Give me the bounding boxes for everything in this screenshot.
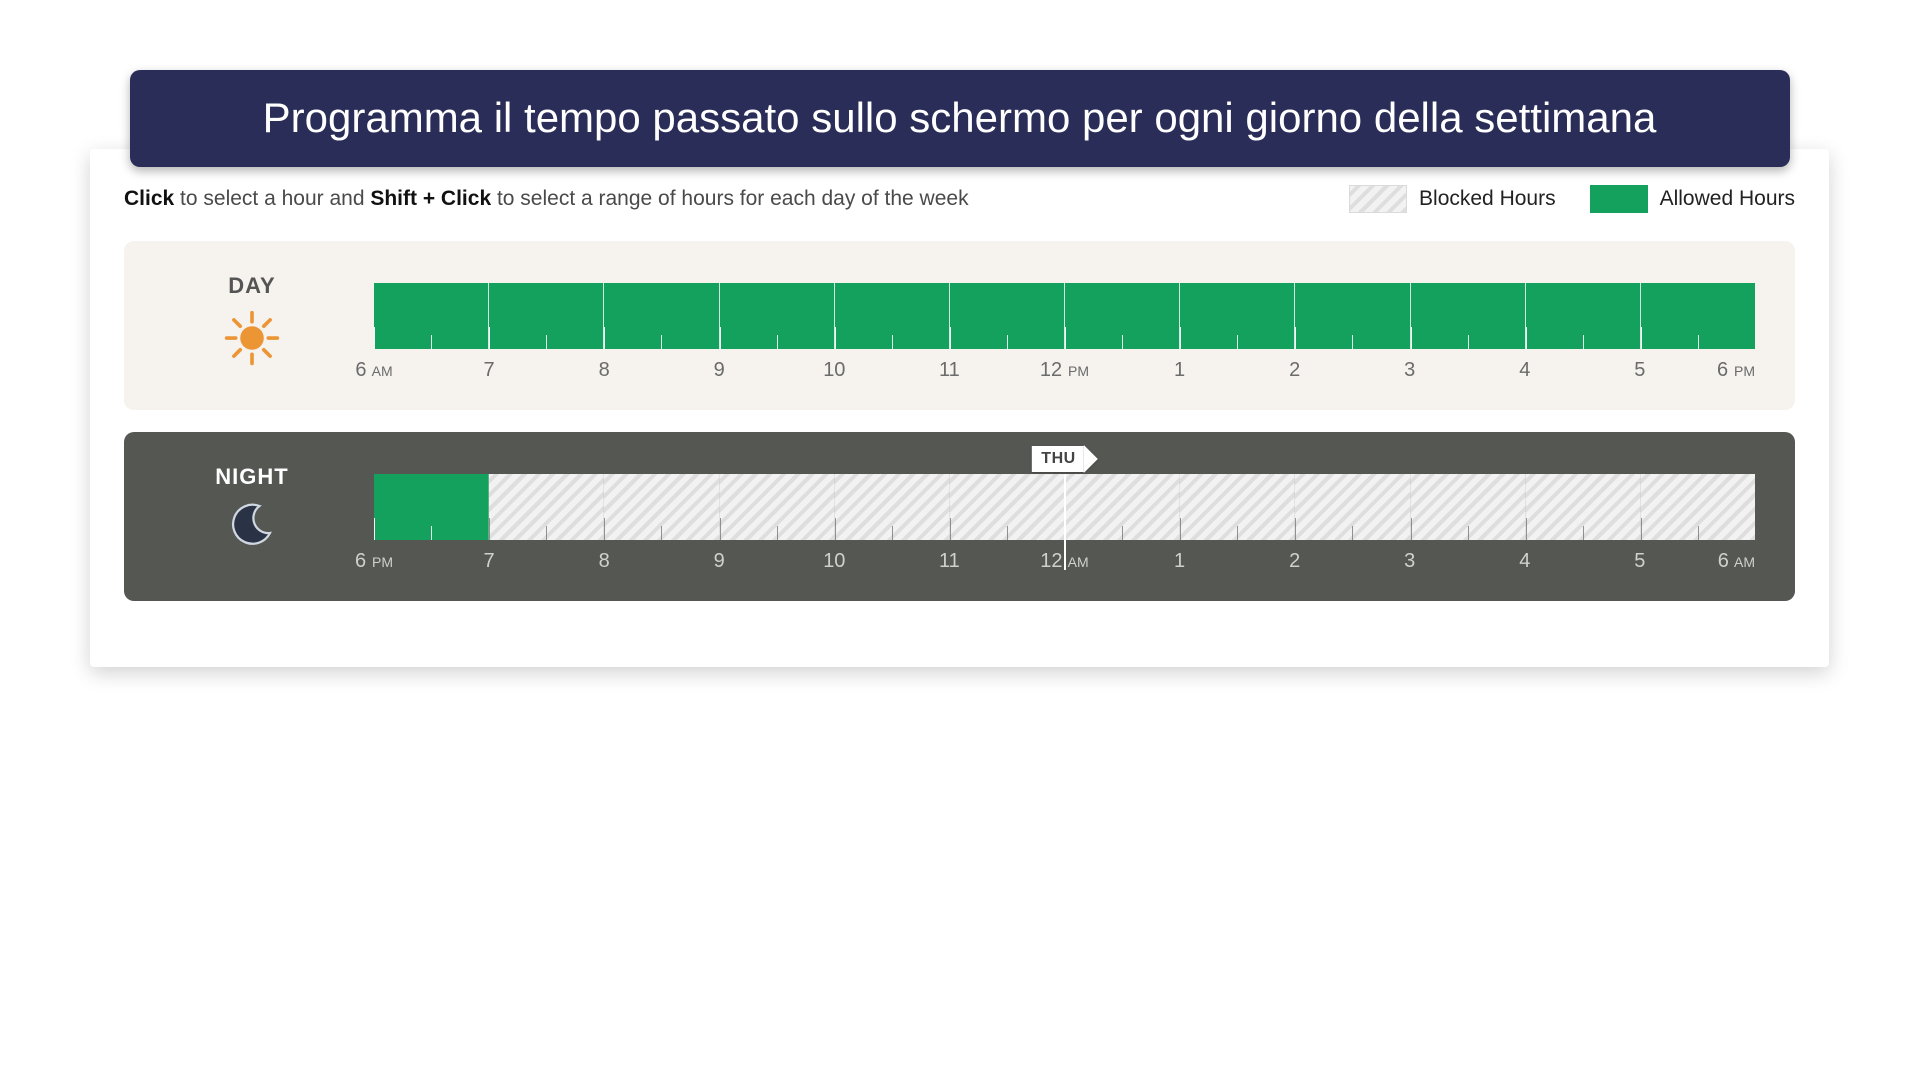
hour-cell[interactable] [1295, 283, 1410, 349]
hour-cell[interactable] [1526, 474, 1641, 540]
axis-label: 3 [1410, 550, 1525, 573]
hour-cell[interactable] [720, 474, 835, 540]
hour-cell[interactable] [604, 283, 719, 349]
instructions-shift-tail: to select a range of hours for each day … [491, 187, 968, 210]
hour-cell[interactable] [835, 283, 950, 349]
schedule-panel: Click to select a hour and Shift + Click… [90, 149, 1829, 667]
hour-cell[interactable] [950, 283, 1065, 349]
sun-icon [223, 309, 281, 367]
axis-label: 1 [1180, 359, 1295, 382]
axis-label: 8 [604, 359, 719, 382]
legend-allowed-label: Allowed Hours [1660, 187, 1795, 211]
hour-cell[interactable] [1065, 474, 1180, 540]
hour-cell[interactable] [374, 283, 489, 349]
axis-label: 4 [1525, 359, 1640, 382]
axis-label: 1 [1180, 550, 1295, 573]
day-period-label: DAY [152, 273, 352, 367]
hour-cell[interactable] [489, 474, 604, 540]
hour-cell[interactable] [835, 474, 950, 540]
legend: Blocked Hours Allowed Hours [1349, 185, 1795, 213]
instructions-click-tail: to select a hour and [174, 187, 370, 210]
axis-label: 9 [719, 550, 834, 573]
legend-blocked: Blocked Hours [1349, 185, 1556, 213]
hour-cell[interactable] [1641, 283, 1755, 349]
hour-cell[interactable] [374, 474, 489, 540]
axis-label: 7 [489, 550, 604, 573]
hour-cell[interactable] [1065, 283, 1180, 349]
day-axis: 6 AM789101112 PM123456 PM [374, 359, 1755, 382]
axis-label: 12 AM [1064, 550, 1179, 573]
day-label-text: DAY [228, 273, 275, 299]
axis-label: 8 [604, 550, 719, 573]
axis-label: 2 [1295, 550, 1410, 573]
axis-label: 9 [719, 359, 834, 382]
hour-cell[interactable] [1641, 474, 1755, 540]
axis-label: 3 [1410, 359, 1525, 382]
axis-label: 4 [1525, 550, 1640, 573]
night-timeline-wrap: THU 6 PM789101112 AM123456 AM [374, 460, 1755, 573]
night-label-text: NIGHT [215, 464, 288, 490]
axis-label: 6 PM [374, 550, 489, 573]
hour-cell[interactable] [1411, 474, 1526, 540]
hour-cell[interactable] [1180, 474, 1295, 540]
hour-cell[interactable] [489, 283, 604, 349]
hour-cell[interactable] [604, 474, 719, 540]
axis-label: 2 [1295, 359, 1410, 382]
axis-end-label: 6 AM [1718, 550, 1755, 573]
hour-cell[interactable] [1526, 283, 1641, 349]
axis-label: 12 PM [1064, 359, 1179, 382]
day-boundary-line [1064, 474, 1066, 570]
moon-icon [228, 500, 276, 548]
instructions-shift-strong: Shift + Click [370, 187, 491, 210]
hour-cell[interactable] [720, 283, 835, 349]
legend-allowed: Allowed Hours [1590, 185, 1795, 213]
day-boundary-marker: THU [1031, 445, 1097, 473]
hour-cell[interactable] [1411, 283, 1526, 349]
night-schedule-block: NIGHT THU 6 PM789101112 AM123456 AM [124, 432, 1795, 601]
instructions-text: Click to select a hour and Shift + Click… [124, 187, 969, 211]
day-schedule-block: DAY 6 AM78910 1 [124, 241, 1795, 410]
day-boundary-label: THU [1031, 446, 1083, 472]
day-timeline[interactable] [374, 283, 1755, 349]
axis-end-label: 6 PM [1717, 359, 1755, 382]
axis-label: 6 AM [374, 359, 489, 382]
axis-label: 10 [834, 550, 949, 573]
legend-blocked-label: Blocked Hours [1419, 187, 1556, 211]
blocked-swatch-icon [1349, 185, 1407, 213]
instructions-click-strong: Click [124, 187, 174, 210]
instructions-row: Click to select a hour and Shift + Click… [124, 185, 1795, 213]
axis-label: 7 [489, 359, 604, 382]
night-period-label: NIGHT [152, 464, 352, 548]
page-title: Programma il tempo passato sullo schermo… [130, 70, 1790, 167]
allowed-swatch-icon [1590, 185, 1648, 213]
axis-label: 10 [834, 359, 949, 382]
day-timeline-wrap: 6 AM789101112 PM123456 PM [374, 269, 1755, 382]
hour-cell[interactable] [1180, 283, 1295, 349]
chevron-right-icon [1084, 445, 1098, 473]
schedule-container: Programma il tempo passato sullo schermo… [90, 70, 1829, 667]
hour-cell[interactable] [950, 474, 1065, 540]
hour-cell[interactable] [1295, 474, 1410, 540]
